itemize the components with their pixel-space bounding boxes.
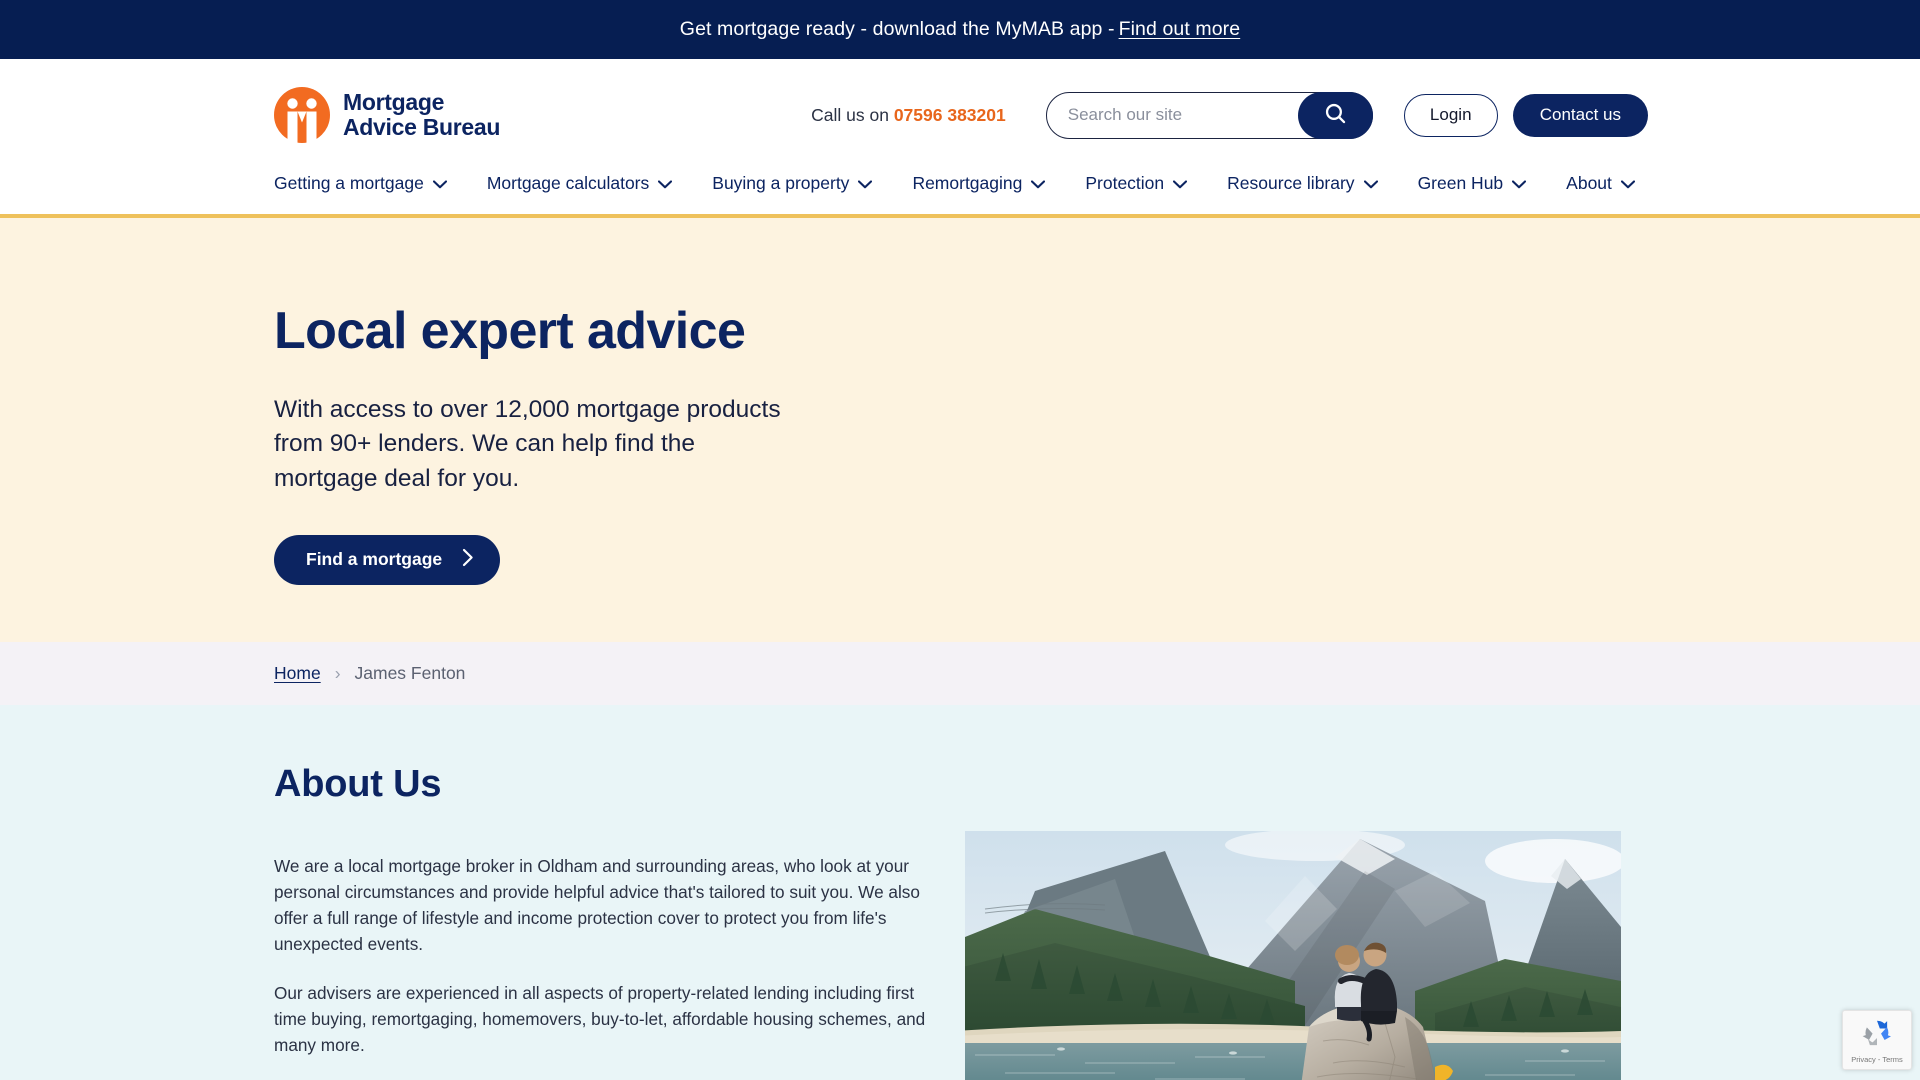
chevron-down-icon [1173, 173, 1188, 194]
site-header: Mortgage Advice Bureau Call us on 07596 … [0, 59, 1920, 171]
about-photo [965, 831, 1621, 1080]
phone-number-link[interactable]: 07596 383201 [894, 105, 1006, 125]
recaptcha-badge[interactable]: Privacy - Terms [1842, 1010, 1912, 1070]
nav-item-about[interactable]: About [1566, 171, 1635, 194]
about-section: About Us We are a local mortgage broker … [0, 705, 1920, 1080]
site-logo-wordmark: Mortgage Advice Bureau [343, 90, 500, 139]
breadcrumb-home-link[interactable]: Home [274, 663, 321, 684]
search-icon [1323, 101, 1348, 129]
breadcrumb-separator-icon: › [334, 663, 341, 683]
recaptcha-privacy-terms-label: Privacy - Terms [1851, 1054, 1903, 1064]
call-us-prefix: Call us on [811, 104, 894, 125]
nav-label: Remortgaging [912, 173, 1023, 193]
recaptcha-icon [1862, 1017, 1892, 1052]
site-logo[interactable]: Mortgage Advice Bureau [274, 87, 500, 143]
chevron-down-icon [858, 173, 873, 194]
login-button[interactable]: Login [1403, 93, 1498, 137]
nav-item-protection[interactable]: Protection [1085, 171, 1188, 194]
nav-item-resource-library[interactable]: Resource library [1227, 171, 1378, 194]
promo-find-out-more-link[interactable]: Find out more [1119, 18, 1241, 41]
nav-label: Getting a mortgage [274, 173, 424, 193]
logo-line-2: Advice Bureau [343, 114, 501, 140]
about-heading: About Us [274, 763, 442, 805]
chevron-down-icon [1363, 173, 1378, 194]
chevron-down-icon [658, 173, 673, 194]
site-search [1045, 91, 1373, 139]
nav-item-mortgage-calculators[interactable]: Mortgage calculators [486, 171, 673, 194]
nav-label: Protection [1085, 173, 1165, 193]
hero-body-text: With access to over 12,000 mortgage prod… [274, 395, 781, 493]
about-image-column [965, 763, 1621, 1080]
nav-label: Green Hub [1417, 173, 1504, 193]
nav-label: Buying a property [712, 173, 850, 193]
nav-item-green-hub[interactable]: Green Hub [1418, 171, 1527, 194]
chevron-down-icon [1512, 173, 1527, 194]
main-navigation: Getting a mortgage Mortgage calculators … [0, 171, 1920, 218]
hero-section: Local expert advice With access to over … [0, 218, 1920, 642]
header-actions: Call us on 07596 383201 Login Contact us [811, 91, 1648, 139]
chevron-down-icon [1031, 173, 1046, 194]
logo-line-1: Mortgage [343, 89, 445, 116]
breadcrumb-current-page: James Fenton [354, 663, 466, 683]
promo-banner-text: Get mortgage ready - download the MyMAB … [679, 18, 1115, 40]
chevron-down-icon [1620, 173, 1635, 194]
chevron-down-icon [432, 173, 447, 194]
hero-heading: Local expert advice [274, 302, 746, 360]
call-us-text: Call us on 07596 383201 [811, 105, 1006, 126]
nav-item-getting-a-mortgage[interactable]: Getting a mortgage [274, 171, 447, 194]
nav-label: Mortgage calculators [486, 173, 650, 193]
about-paragraph-1: We are a local mortgage broker in Oldham… [274, 856, 920, 955]
find-a-mortgage-label: Find a mortgage [306, 549, 443, 570]
mortgage-advice-bureau-logo-icon [274, 87, 330, 143]
about-paragraph-2: Our advisers are experienced in all aspe… [274, 982, 926, 1055]
promo-banner: Get mortgage ready - download the MyMAB … [0, 0, 1920, 59]
nav-label: Resource library [1227, 173, 1355, 193]
nav-item-remortgaging[interactable]: Remortgaging [912, 171, 1046, 194]
breadcrumb: Home › James Fenton [0, 642, 1920, 705]
page-root: Get mortgage ready - download the MyMAB … [0, 0, 1920, 1080]
find-a-mortgage-button[interactable]: Find a mortgage [274, 534, 501, 585]
nav-item-buying-a-property[interactable]: Buying a property [712, 171, 873, 194]
nav-label: About [1566, 173, 1612, 193]
about-text-column: About Us We are a local mortgage broker … [274, 763, 954, 1080]
chevron-right-icon [462, 548, 474, 572]
search-submit-button[interactable] [1297, 91, 1373, 139]
contact-us-button[interactable]: Contact us [1512, 93, 1648, 137]
